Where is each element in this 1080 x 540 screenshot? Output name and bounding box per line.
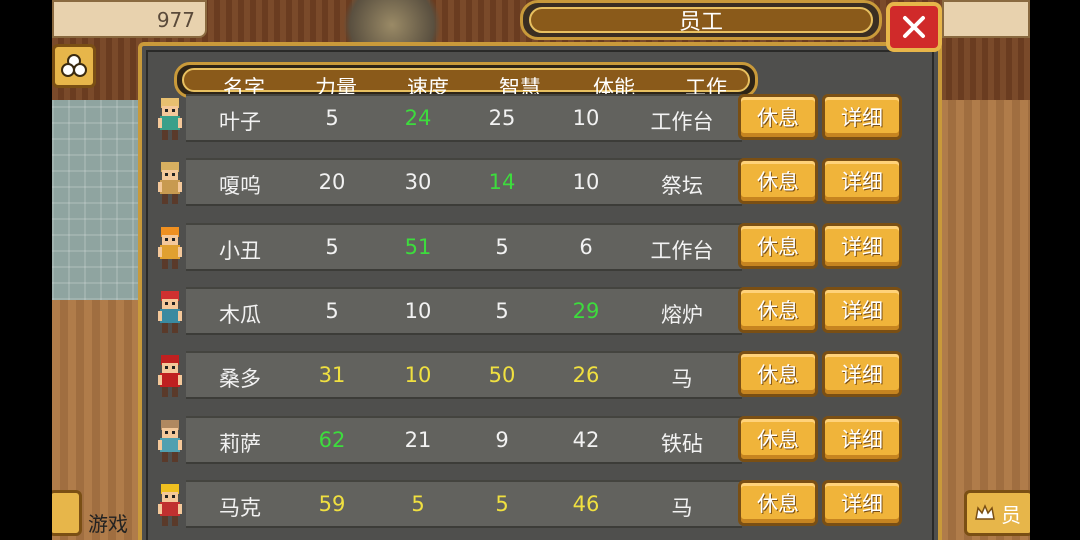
employee-strength: 59 [318, 492, 346, 516]
employee-job: 铁砧 [661, 432, 703, 456]
staff-button[interactable]: 员 [964, 490, 1030, 536]
rest-button[interactable]: 休息 [738, 480, 818, 526]
employee-job: 熔炉 [661, 303, 703, 327]
background-tiles [52, 100, 142, 300]
dialog-title-bar: 员工 [520, 0, 882, 40]
employee-avatar [158, 227, 182, 269]
detail-button[interactable]: 详细 [822, 158, 902, 204]
rest-button[interactable]: 休息 [738, 287, 818, 333]
employee-strength: 5 [325, 299, 339, 323]
detail-button[interactable]: 详细 [822, 223, 902, 269]
game-menu-label: 游戏 [88, 512, 128, 536]
crown-icon [975, 504, 995, 520]
employee-strength: 5 [325, 106, 339, 130]
employee-avatar [158, 98, 182, 140]
employee-name: 叶子 [219, 110, 261, 134]
employee-name: 桑多 [219, 367, 261, 391]
detail-button[interactable]: 详细 [822, 416, 902, 462]
background-floor-right [940, 100, 1030, 540]
rest-button[interactable]: 休息 [738, 351, 818, 397]
employee-row: 莉萨 62 21 9 42 铁砧 [186, 416, 742, 464]
employee-wisdom: 50 [488, 363, 516, 387]
staff-panel: 名字 力量 速度 智慧 体能 工作 叶子 5 24 25 10 工作台 休息 详细 嗄呜 20 30… [138, 42, 942, 540]
employee-name: 木瓜 [219, 303, 261, 327]
employee-speed: 5 [411, 492, 425, 516]
column-header: 名字 力量 速度 智慧 体能 工作 [174, 62, 758, 100]
employee-wisdom: 9 [495, 428, 509, 452]
employee-job: 祭坛 [661, 174, 703, 198]
detail-button[interactable]: 详细 [822, 287, 902, 333]
employee-stamina: 10 [572, 170, 600, 194]
employee-avatar [158, 484, 182, 526]
employee-job: 马 [671, 367, 693, 391]
employee-speed: 51 [404, 235, 432, 259]
employee-name: 莉萨 [219, 432, 261, 456]
map-button[interactable] [52, 44, 96, 88]
employee-speed: 30 [404, 170, 432, 194]
employee-stamina: 10 [572, 106, 600, 130]
employee-row: 桑多 31 10 50 26 马 [186, 351, 742, 399]
detail-button[interactable]: 详细 [822, 351, 902, 397]
employee-speed: 24 [404, 106, 432, 130]
employee-name: 马克 [219, 496, 261, 520]
rest-button[interactable]: 休息 [738, 158, 818, 204]
close-button[interactable] [886, 2, 942, 52]
employee-row: 嗄呜 20 30 14 10 祭坛 [186, 158, 742, 206]
employee-speed: 21 [404, 428, 432, 452]
employee-row: 叶子 5 24 25 10 工作台 [186, 94, 742, 142]
employee-speed: 10 [404, 299, 432, 323]
close-icon [903, 16, 925, 38]
employee-wisdom: 5 [495, 492, 509, 516]
gold-value: 977 [156, 8, 195, 32]
coins-icon [61, 54, 87, 77]
employee-stamina: 29 [572, 299, 600, 323]
employee-wisdom: 25 [488, 106, 516, 130]
employee-stamina: 26 [572, 363, 600, 387]
rest-button[interactable]: 休息 [738, 94, 818, 140]
employee-job: 工作台 [650, 110, 714, 134]
employee-row: 木瓜 5 10 5 29 熔炉 [186, 287, 742, 335]
game-menu-button[interactable] [52, 490, 82, 536]
employee-row: 小丑 5 51 5 6 工作台 [186, 223, 742, 271]
employee-name: 嗄呜 [219, 174, 261, 198]
rest-button[interactable]: 休息 [738, 223, 818, 269]
employee-strength: 31 [318, 363, 346, 387]
employee-avatar [158, 355, 182, 397]
employee-wisdom: 5 [495, 299, 509, 323]
game-screen: 977 游戏 员 名字 力量 速度 智慧 体能 工作 叶子 5 24 25 10… [52, 0, 1030, 540]
dialog-title: 员工 [678, 10, 723, 35]
employee-strength: 5 [325, 235, 339, 259]
employee-avatar [158, 420, 182, 462]
employee-row: 马克 59 5 5 46 马 [186, 480, 742, 528]
employee-stamina: 6 [579, 235, 593, 259]
employee-avatar [158, 291, 182, 333]
staff-button-label: 员 [1001, 502, 1021, 527]
rest-button[interactable]: 休息 [738, 416, 818, 462]
employee-wisdom: 5 [495, 235, 509, 259]
employee-job: 工作台 [650, 239, 714, 263]
employee-name: 小丑 [219, 239, 261, 263]
employee-avatar [158, 162, 182, 204]
employee-job: 马 [671, 496, 693, 520]
detail-button[interactable]: 详细 [822, 94, 902, 140]
employee-stamina: 42 [572, 428, 600, 452]
detail-button[interactable]: 详细 [822, 480, 902, 526]
employee-strength: 62 [318, 428, 346, 452]
top-right-bar [942, 0, 1030, 38]
gold-counter: 977 [52, 0, 207, 38]
employee-strength: 20 [318, 170, 346, 194]
employee-wisdom: 14 [488, 170, 516, 194]
employee-speed: 10 [404, 363, 432, 387]
employee-stamina: 46 [572, 492, 600, 516]
